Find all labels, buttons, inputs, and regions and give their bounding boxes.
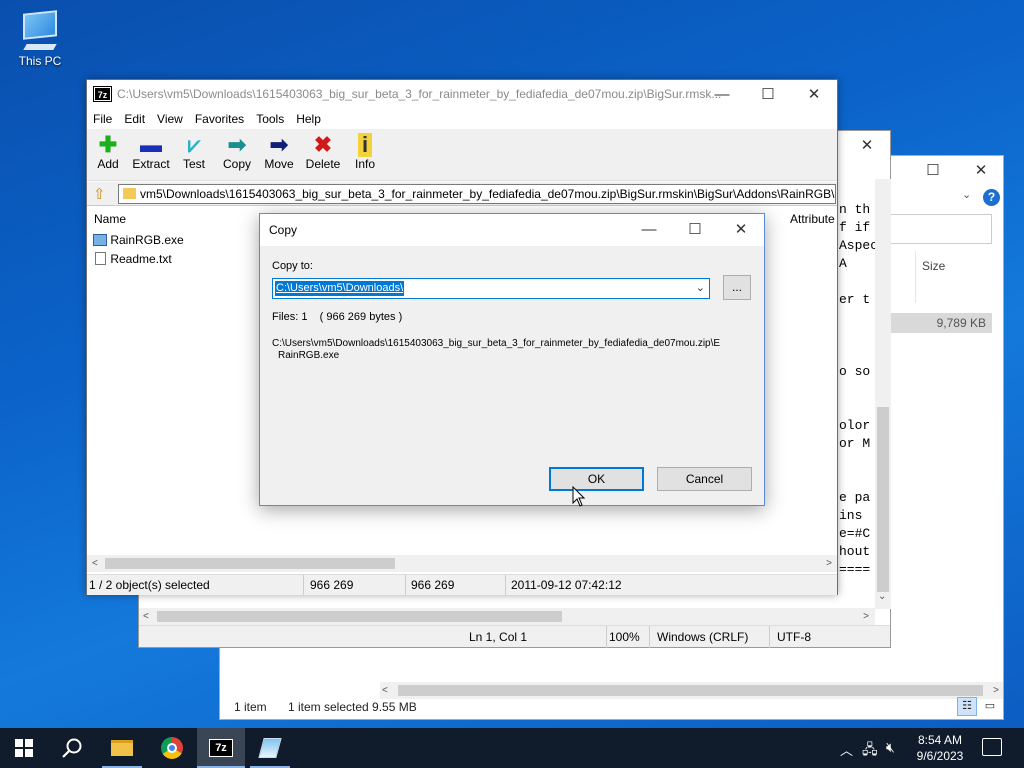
ok-button[interactable]: OK [549, 467, 644, 491]
list-item[interactable]: RainRGB.exe [93, 233, 184, 251]
menu-file[interactable]: File [87, 109, 118, 129]
close-button[interactable]: ✕ [718, 214, 764, 246]
7zip-logo-icon: 7z [93, 86, 112, 102]
file-row-selected[interactable]: 9,789 KB [890, 313, 992, 333]
dialog-title-bar: Copy — ☐ ✕ [260, 214, 764, 246]
exe-icon [93, 234, 107, 246]
minus-icon: ▬ [140, 132, 162, 157]
start-button[interactable] [0, 728, 48, 768]
large-icons-view-icon[interactable]: ▭ [980, 697, 1000, 716]
folder-icon [111, 740, 133, 756]
computer-icon [23, 10, 57, 40]
test-button[interactable]: ⩗ Test [181, 132, 207, 172]
help-icon[interactable]: ? [983, 189, 1000, 206]
column-header-size[interactable]: Size [922, 259, 945, 273]
minimize-button[interactable]: — [699, 80, 745, 110]
notifications-icon[interactable] [982, 738, 1002, 756]
chrome-icon [161, 737, 183, 759]
7zip-status-bar: 1 / 2 object(s) selected 966 269 966 269… [87, 574, 837, 595]
column-header-attributes[interactable]: Attribute [790, 212, 835, 226]
chevron-down-icon[interactable]: ⌄ [696, 281, 705, 294]
mouse-cursor-icon [572, 486, 586, 507]
double-arrow-right-icon: ➡ [227, 132, 247, 157]
destination-combobox[interactable]: C:\Users\vm5\Downloads\ ⌄ [272, 278, 710, 299]
menu-view[interactable]: View [151, 109, 189, 129]
close-button[interactable]: ✕ [844, 131, 890, 161]
copy-button[interactable]: ➡ Copy [221, 132, 253, 172]
info-button[interactable]: i Info [353, 133, 377, 172]
desktop-icon-this-pc[interactable]: This PC [12, 10, 68, 68]
clock-time: 8:54 AM [917, 733, 963, 747]
address-bar: ⇧ vm5\Downloads\1615403063_big_sur_beta_… [87, 182, 837, 206]
windows-logo-icon [15, 739, 33, 757]
taskbar-chrome[interactable] [148, 728, 196, 768]
window-title: C:\Users\vm5\Downloads\1615403063_big_su… [117, 87, 722, 101]
files-info: Files: 1 ( 966 269 bytes ) [272, 311, 403, 323]
clock-date: 9/6/2023 [916, 749, 964, 763]
folder-up-icon[interactable]: ⇧ [93, 185, 106, 203]
maximize-button[interactable]: ☐ [745, 80, 791, 110]
search-button[interactable] [48, 728, 96, 768]
notepad-text-area[interactable]: n th f if Aspec A er t o so olor or M e … [839, 201, 878, 579]
7zip-icon: 7z [209, 739, 233, 757]
move-button[interactable]: ➡ Move [263, 132, 295, 172]
chevron-down-icon[interactable]: ⌄ [962, 188, 971, 201]
maximize-button[interactable]: ☐ [910, 156, 956, 186]
source-path: C:\Users\vm5\Downloads\1615403063_big_su… [272, 338, 721, 349]
maximize-button[interactable]: ☐ [672, 214, 718, 246]
notepad-vscrollbar[interactable]: ⌄ [875, 179, 891, 609]
menu-bar: File Edit View Favorites Tools Help [87, 109, 837, 129]
taskbar-7zip[interactable]: 7z [197, 728, 245, 768]
cancel-button[interactable]: Cancel [657, 467, 752, 491]
source-file: RainRGB.exe [278, 350, 340, 361]
close-button[interactable]: ✕ [791, 80, 837, 110]
taskbar: 7z ︿ 🖧 🔇︎ 8:54 AM 9/6/2023 [0, 728, 1024, 768]
taskbar-notepad[interactable] [246, 728, 294, 768]
txt-icon [95, 252, 106, 265]
dialog-title: Copy [269, 223, 298, 237]
delete-button[interactable]: ✖ Delete [305, 132, 341, 172]
desktop-icon-label: This PC [18, 54, 62, 68]
add-button[interactable]: ✚ Add [95, 132, 121, 172]
destination-path-text: C:\Users\vm5\Downloads\ [275, 281, 405, 296]
menu-favorites[interactable]: Favorites [189, 109, 250, 129]
notepad-status-bar: Ln 1, Col 1 100% Windows (CRLF) UTF-8 [139, 625, 890, 648]
search-icon [62, 738, 82, 758]
menu-help[interactable]: Help [290, 109, 327, 129]
delete-x-icon: ✖ [313, 132, 333, 157]
extract-button[interactable]: ▬ Extract [131, 132, 171, 172]
browse-button[interactable]: ... [723, 275, 751, 300]
toolbar: ✚ Add ▬ Extract ⩗ Test ➡ Copy ➡ Move ✖ D… [87, 129, 837, 181]
details-view-icon[interactable]: ☷ [957, 697, 977, 716]
checkmark-icon: ⩗ [187, 132, 201, 157]
show-hidden-icons-chevron-icon[interactable]: ︿ [840, 740, 853, 759]
search-input[interactable] [890, 214, 992, 244]
arrow-right-icon: ➡ [269, 132, 289, 157]
menu-tools[interactable]: Tools [250, 109, 290, 129]
notepad-icon [258, 738, 282, 758]
folder-icon [123, 188, 136, 199]
column-header-name[interactable]: Name [94, 212, 126, 226]
network-icon[interactable]: 🖧 [862, 739, 878, 763]
volume-muted-icon[interactable]: 🔇︎ [886, 739, 895, 756]
plus-icon: ✚ [98, 132, 118, 157]
notepad-hscrollbar[interactable]: < > [139, 608, 875, 625]
address-input[interactable]: vm5\Downloads\1615403063_big_sur_beta_3_… [118, 184, 836, 204]
info-icon: i [353, 133, 377, 157]
copy-to-label: Copy to: [272, 260, 313, 272]
clock[interactable]: 8:54 AM 9/6/2023 [908, 732, 972, 764]
copy-dialog: Copy — ☐ ✕ Copy to: C:\Users\vm5\Downloa… [259, 213, 765, 506]
menu-edit[interactable]: Edit [118, 109, 151, 129]
taskbar-file-explorer[interactable] [98, 728, 146, 768]
minimize-button[interactable]: — [626, 214, 672, 246]
file-list-hscrollbar[interactable]: < > [87, 555, 837, 572]
list-item[interactable]: Readme.txt [93, 252, 172, 270]
7zip-title-bar: 7z C:\Users\vm5\Downloads\1615403063_big… [87, 80, 837, 109]
explorer-status-bar: 1 item 1 item selected 9.55 MB ☷ ▭ [220, 695, 1003, 719]
file-size: 9,789 KB [936, 316, 986, 330]
close-button[interactable]: ✕ [958, 156, 1004, 186]
